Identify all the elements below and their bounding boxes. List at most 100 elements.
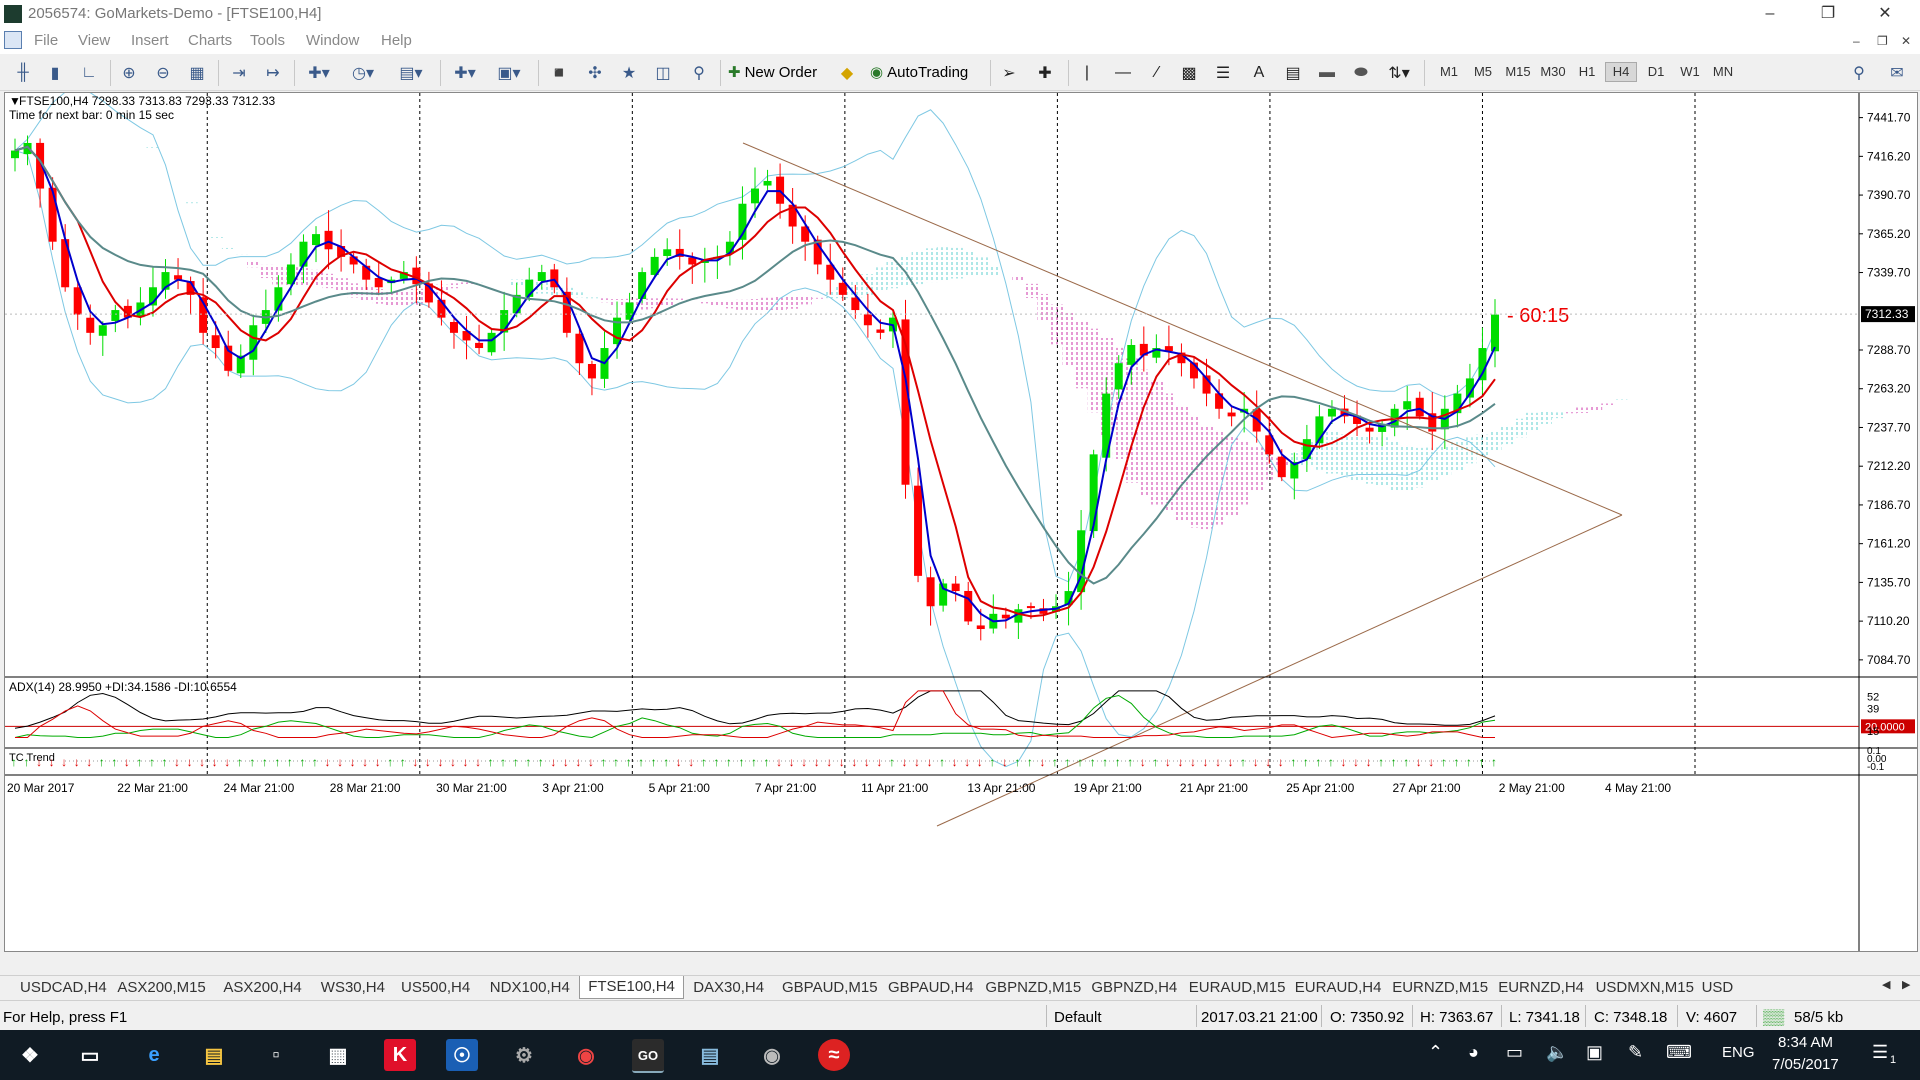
market-watch-icon[interactable]: ◾ bbox=[548, 62, 570, 84]
security-app-icon[interactable]: ☉ bbox=[446, 1039, 478, 1071]
chart-tab[interactable]: EURAUD,H4 bbox=[1295, 979, 1382, 996]
restore-button[interactable]: ❐ bbox=[1805, 2, 1851, 26]
crosshair-icon[interactable]: ✚ bbox=[1034, 62, 1056, 84]
file-explorer-icon[interactable]: ▤ bbox=[198, 1039, 230, 1071]
chart-tab[interactable]: WS30,H4 bbox=[321, 979, 385, 996]
chrome-icon[interactable]: ◉ bbox=[570, 1039, 602, 1071]
chart-tab[interactable]: USDMXN,M15 bbox=[1596, 979, 1694, 996]
autotrading-button[interactable]: ◉ AutoTrading bbox=[870, 60, 968, 84]
chart-tab[interactable]: USDCAD,H4 bbox=[20, 979, 107, 996]
metaeditor-icon[interactable]: ◆ bbox=[836, 62, 858, 84]
zoom-out-icon[interactable]: ⊖ bbox=[152, 62, 174, 84]
metatrader-icon[interactable]: GO bbox=[632, 1039, 664, 1073]
menu-file[interactable]: File bbox=[34, 32, 58, 49]
strategy-tester-icon[interactable]: ⚲ bbox=[688, 62, 710, 84]
arrows-icon[interactable]: ⇅▾ bbox=[1382, 62, 1416, 84]
chart-tab[interactable]: GBPAUD,M15 bbox=[782, 979, 878, 996]
chart-tab[interactable]: US500,H4 bbox=[401, 979, 470, 996]
timeframe-h1[interactable]: H1 bbox=[1572, 64, 1602, 79]
ellipse-icon[interactable]: ⬬ bbox=[1348, 62, 1374, 84]
timeframe-d1[interactable]: D1 bbox=[1641, 64, 1671, 79]
new-order-button[interactable]: ✚ New Order bbox=[728, 60, 817, 84]
menu-insert[interactable]: Insert bbox=[131, 32, 169, 49]
calculator-icon[interactable]: ▦ bbox=[322, 1039, 354, 1071]
mdi-minimize-icon[interactable]: – bbox=[1853, 34, 1860, 48]
line-chart-icon[interactable]: ∟ bbox=[78, 62, 100, 84]
keyboard-icon[interactable]: ⌨ bbox=[1666, 1042, 1692, 1063]
profiles-icon[interactable]: ▣▾ bbox=[492, 62, 526, 84]
price-chart[interactable]: - 60:15 ▼ FTSE100,H4 7298.33 7313.83 729… bbox=[5, 93, 1917, 951]
chart-tab[interactable]: DAX30,H4 bbox=[693, 979, 764, 996]
indicators-icon[interactable]: ✚▾ bbox=[302, 62, 336, 84]
text-icon[interactable]: A bbox=[1248, 62, 1270, 84]
chart-tab[interactable]: ASX200,H4 bbox=[223, 979, 301, 996]
chart-tab[interactable]: EURAUD,M15 bbox=[1189, 979, 1286, 996]
mdi-close-icon[interactable]: ✕ bbox=[1901, 34, 1911, 48]
timeframe-h4[interactable]: H4 bbox=[1605, 62, 1637, 82]
tab-scroll-right-icon[interactable]: ▶ bbox=[1902, 978, 1910, 991]
trendline-icon[interactable]: ∕ bbox=[1146, 62, 1168, 84]
navigator-icon[interactable]: ★ bbox=[618, 62, 640, 84]
camera-app-icon[interactable]: ◉ bbox=[756, 1039, 788, 1071]
autoscroll-icon[interactable]: ↦ bbox=[262, 62, 284, 84]
chart-shift-icon[interactable]: ⇥ bbox=[228, 62, 250, 84]
chart-tab[interactable]: GBPAUD,H4 bbox=[888, 979, 974, 996]
tab-scroll-left-icon[interactable]: ◀ bbox=[1882, 978, 1890, 991]
power-icon[interactable]: ▣ bbox=[1586, 1042, 1603, 1063]
timeframe-m30[interactable]: M30 bbox=[1538, 64, 1568, 79]
timeframe-mn[interactable]: MN bbox=[1708, 64, 1738, 79]
windows-start-icon[interactable]: ❖ bbox=[14, 1039, 46, 1071]
edge-icon[interactable]: e bbox=[138, 1039, 170, 1071]
tile-windows-icon[interactable]: ▦ bbox=[186, 62, 208, 84]
notifications-icon[interactable]: ☰ bbox=[1872, 1042, 1888, 1063]
chart-tab[interactable]: ASX200,M15 bbox=[117, 979, 205, 996]
data-window-icon[interactable]: ✣ bbox=[584, 62, 606, 84]
language-indicator[interactable]: ENG bbox=[1722, 1044, 1755, 1061]
clock-date[interactable]: 7/05/2017 bbox=[1772, 1056, 1839, 1073]
horizontal-line-icon[interactable]: — bbox=[1112, 62, 1134, 84]
chart-tab[interactable]: NDX100,H4 bbox=[490, 979, 570, 996]
timeframe-m5[interactable]: M5 bbox=[1468, 64, 1498, 79]
pen-icon[interactable]: ✎ bbox=[1628, 1042, 1643, 1063]
new-chart-icon[interactable]: ✚▾ bbox=[448, 62, 482, 84]
k-app-icon[interactable]: K bbox=[384, 1039, 416, 1071]
wifi-icon[interactable]: ◕ bbox=[1468, 1042, 1479, 1063]
menu-charts[interactable]: Charts bbox=[188, 32, 232, 49]
channel-icon[interactable]: ▩ bbox=[1178, 62, 1200, 84]
show-hidden-icons-icon[interactable]: ⌃ bbox=[1428, 1042, 1443, 1063]
timeframe-w1[interactable]: W1 bbox=[1675, 64, 1705, 79]
search-icon[interactable]: ⚲ bbox=[1848, 62, 1870, 84]
chart-tab[interactable]: GBPNZD,H4 bbox=[1091, 979, 1177, 996]
chat-icon[interactable]: ✉ bbox=[1884, 62, 1910, 84]
templates-icon[interactable]: ▤▾ bbox=[394, 62, 428, 84]
periods-icon[interactable]: ◷▾ bbox=[346, 62, 380, 84]
bar-chart-icon[interactable]: ╫ bbox=[12, 62, 34, 84]
chart-window[interactable]: - 60:15 ▼ FTSE100,H4 7298.33 7313.83 729… bbox=[4, 92, 1918, 952]
menu-tools[interactable]: Tools bbox=[250, 32, 285, 49]
timeframe-m15[interactable]: M15 bbox=[1503, 64, 1533, 79]
document-icon[interactable] bbox=[4, 31, 22, 49]
battery-icon[interactable]: ▭ bbox=[1506, 1042, 1523, 1063]
store-icon[interactable]: ▫ bbox=[260, 1039, 292, 1071]
terminal-icon[interactable]: ◫ bbox=[652, 62, 674, 84]
chart-tab[interactable]: USD bbox=[1702, 979, 1734, 996]
chart-tab[interactable]: FTSE100,H4 bbox=[579, 976, 684, 999]
menu-help[interactable]: Help bbox=[381, 32, 412, 49]
chart-tab[interactable]: EURNZD,M15 bbox=[1392, 979, 1488, 996]
mdi-restore-icon[interactable]: ❐ bbox=[1877, 34, 1888, 48]
timeframe-m1[interactable]: M1 bbox=[1434, 64, 1464, 79]
candlestick-icon[interactable]: ▮ bbox=[44, 62, 66, 84]
minimize-button[interactable]: – bbox=[1747, 2, 1793, 26]
menu-view[interactable]: View bbox=[78, 32, 110, 49]
fibonacci-icon[interactable]: ☰ bbox=[1212, 62, 1234, 84]
vertical-line-icon[interactable]: | bbox=[1076, 62, 1098, 84]
connection-icon[interactable]: ▒▒ bbox=[1763, 1009, 1784, 1026]
menu-window[interactable]: Window bbox=[306, 32, 359, 49]
chart-app-icon[interactable]: ≈ bbox=[818, 1039, 850, 1071]
zoom-in-icon[interactable]: ⊕ bbox=[118, 62, 140, 84]
close-button[interactable]: ✕ bbox=[1862, 2, 1908, 26]
text-label-icon[interactable]: ▤ bbox=[1282, 62, 1304, 84]
chart-tab[interactable]: GBPNZD,M15 bbox=[985, 979, 1081, 996]
clock-time[interactable]: 8:34 AM bbox=[1778, 1034, 1833, 1051]
task-view-icon[interactable]: ▭ bbox=[74, 1039, 106, 1071]
